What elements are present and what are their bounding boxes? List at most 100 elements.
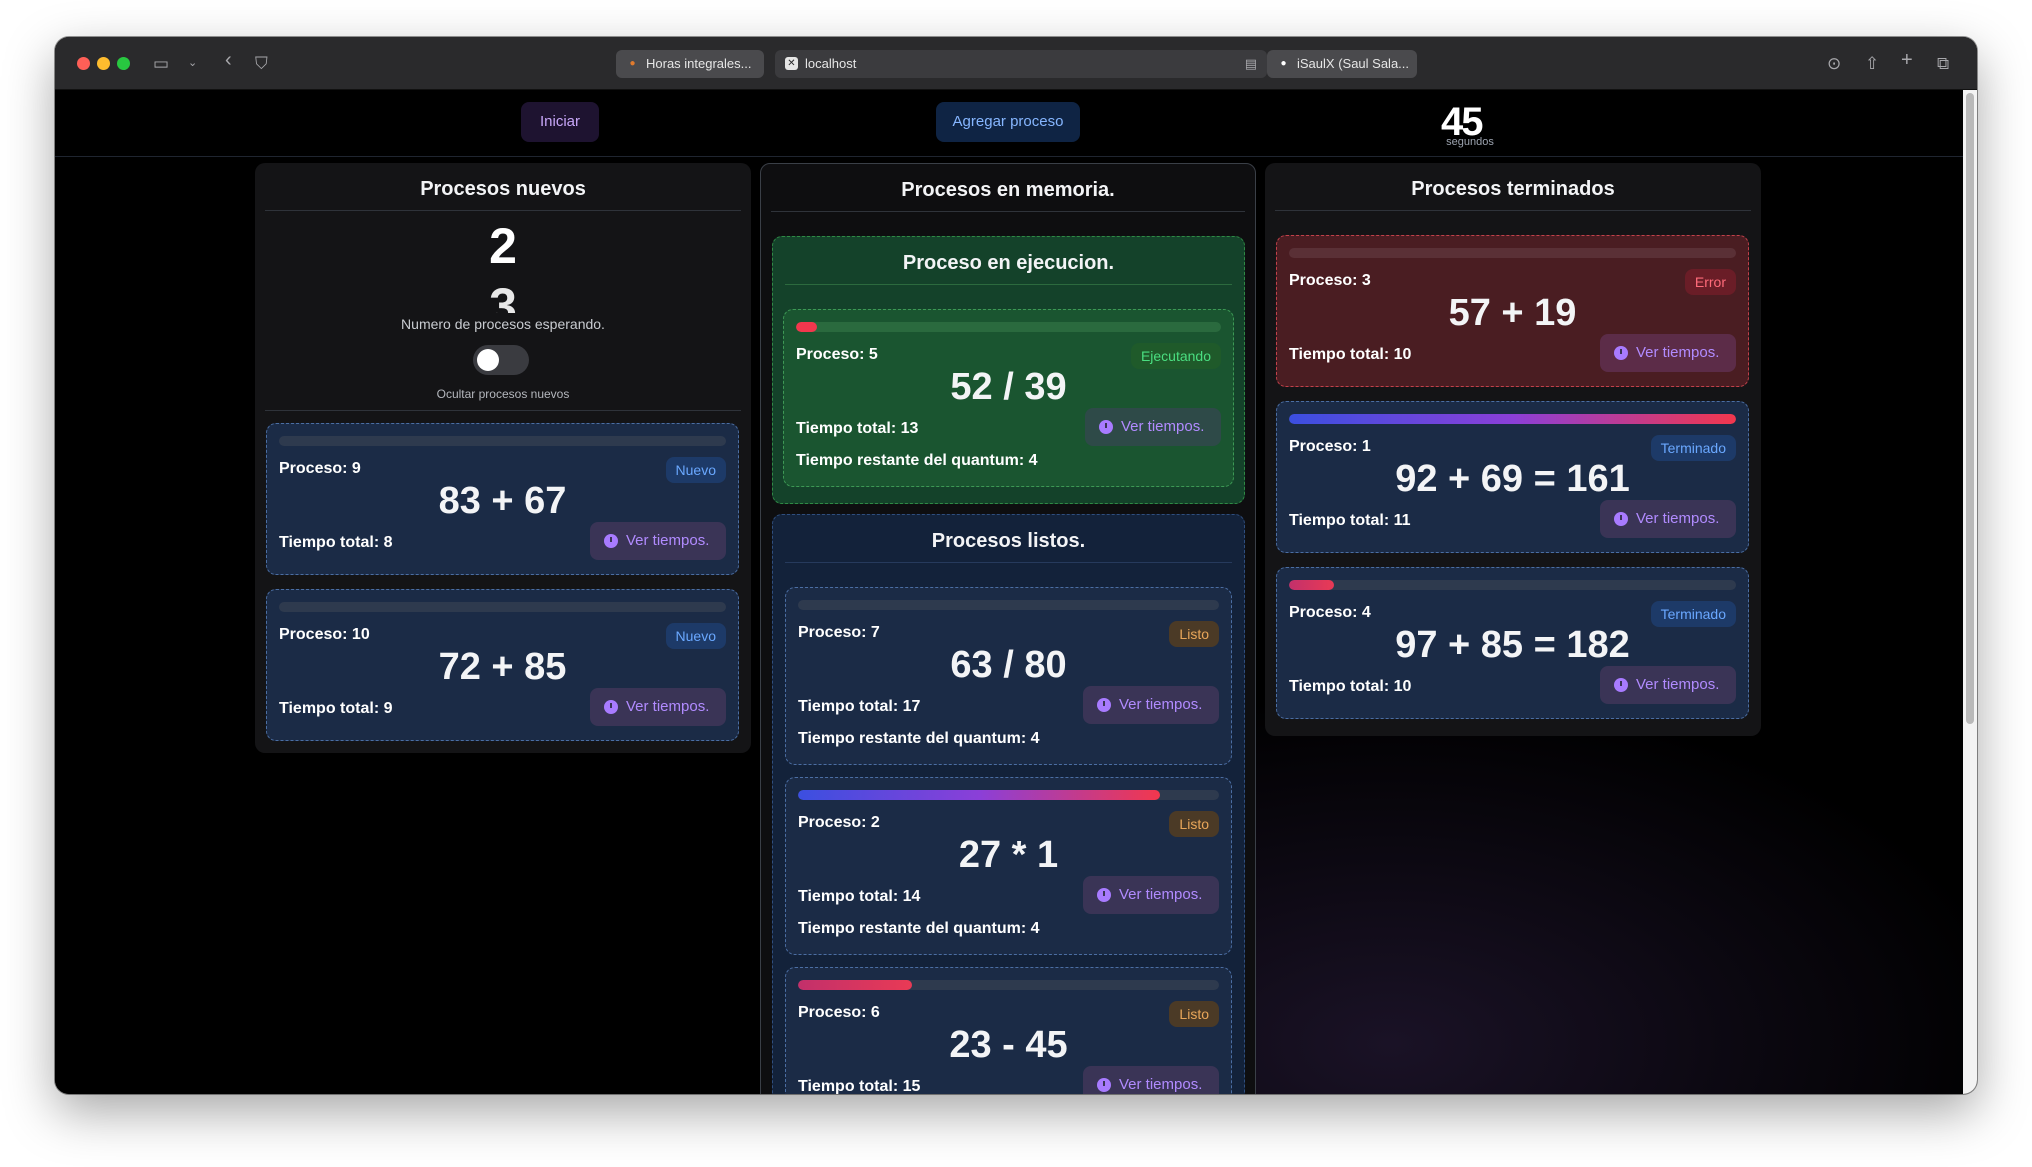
view-times-button[interactable]: Ver tiempos. — [1600, 666, 1736, 704]
sidebar-icon[interactable]: ▭ — [153, 55, 169, 72]
tab-github[interactable]: ● iSaulX (Saul Sala... — [1267, 50, 1417, 78]
process-id: Proceso: 5 — [796, 346, 878, 363]
back-icon[interactable]: ‹ — [225, 50, 232, 70]
tab-overview-icon[interactable]: ⧉ — [1937, 55, 1949, 72]
minimize-window-button[interactable] — [97, 57, 110, 70]
operation: 92 + 69 = 161 — [1395, 458, 1630, 500]
browser-window: ▭ ⌄ ‹ ⛉ ● Horas integrales... ✕ localhos… — [55, 37, 1977, 1094]
total-time: Tiempo total: 11 — [1289, 512, 1411, 529]
column-title: Procesos nuevos — [265, 175, 741, 211]
clock-icon — [1614, 512, 1628, 526]
tab-horas-integrales[interactable]: ● Horas integrales... — [616, 50, 764, 78]
clock-icon — [1614, 346, 1628, 360]
new-processes-column: Procesos nuevos 2 3 Numero de procesos e… — [255, 163, 751, 753]
progress-bar — [279, 602, 726, 612]
scrollbar-thumb[interactable] — [1966, 93, 1974, 724]
top-bar: Iniciar Agregar proceso 45 segundos — [55, 90, 1963, 157]
process-card: Proceso: 10 Nuevo 72 + 85 Tiempo total: … — [266, 589, 739, 741]
quantum-remaining: Tiempo restante del quantum: 4 — [796, 452, 1038, 469]
divider — [265, 410, 741, 411]
progress-fill — [1289, 414, 1736, 424]
favicon-icon: ✕ — [785, 57, 798, 70]
view-times-button[interactable]: Ver tiempos. — [1083, 1066, 1219, 1094]
ready-panel: Procesos listos. Proceso: 7 Listo 63 / 8… — [772, 514, 1245, 1094]
button-label: Ver tiempos. — [1636, 344, 1720, 361]
new-tab-icon[interactable]: + — [1901, 50, 1913, 70]
view-times-button[interactable]: Ver tiempos. — [1600, 500, 1736, 538]
operation: 27 * 1 — [958, 834, 1059, 876]
finished-processes-column: Procesos terminados Proceso: 3 Error 57 … — [1265, 163, 1761, 736]
reader-icon[interactable]: ▤ — [1245, 50, 1257, 78]
clock-icon — [1614, 678, 1628, 692]
tab-label: localhost — [805, 56, 857, 71]
progress-fill — [1289, 580, 1334, 590]
view-times-button[interactable]: Ver tiempos. — [1083, 876, 1219, 914]
total-time: Tiempo total: 10 — [1289, 678, 1412, 695]
button-label: Ver tiempos. — [626, 698, 710, 715]
shield-icon[interactable]: ⛉ — [255, 55, 268, 72]
tab-localhost[interactable]: ✕ localhost ▤ — [775, 50, 1267, 78]
operation: 63 / 80 — [950, 644, 1067, 686]
share-icon[interactable]: ⇧ — [1865, 55, 1879, 72]
progress-bar — [1289, 248, 1736, 258]
memory-column: Procesos en memoria. Proceso en ejecucio… — [760, 163, 1256, 1094]
browser-toolbar: ▭ ⌄ ‹ ⛉ ● Horas integrales... ✕ localhos… — [55, 37, 1977, 90]
view-times-button[interactable]: Ver tiempos. — [1600, 334, 1736, 372]
process-card: Proceso: 1 Terminado 92 + 69 = 161 Tiemp… — [1276, 401, 1749, 553]
waiting-label: Numero de procesos esperando. — [401, 316, 605, 332]
total-time: Tiempo total: 8 — [279, 534, 393, 551]
progress-fill — [798, 790, 1161, 800]
total-time: Tiempo total: 10 — [1289, 346, 1412, 363]
progress-bar — [798, 980, 1219, 990]
button-label: Ver tiempos. — [626, 532, 710, 549]
favicon-icon: ● — [629, 58, 636, 69]
total-time: Tiempo total: 15 — [798, 1078, 921, 1094]
progress-bar — [798, 600, 1219, 610]
process-card: Proceso: 3 Error 57 + 19 Tiempo total: 1… — [1276, 235, 1749, 387]
execution-title: Proceso en ejecucion. — [785, 249, 1232, 285]
toggle-label: Ocultar procesos nuevos — [436, 387, 570, 401]
operation: 57 + 19 — [1448, 292, 1577, 334]
start-button[interactable]: Iniciar — [521, 102, 599, 142]
column-title: Procesos en memoria. — [771, 176, 1245, 212]
tab-label: Horas integrales... — [646, 56, 752, 71]
button-label: Ver tiempos. — [1119, 1076, 1203, 1093]
clock-icon — [1097, 1078, 1111, 1092]
execution-panel: Proceso en ejecucion. Proceso: 5 Ejecuta… — [772, 236, 1245, 504]
total-time: Tiempo total: 13 — [796, 420, 919, 437]
column-title: Procesos terminados — [1275, 175, 1751, 211]
progress-bar — [796, 322, 1221, 332]
total-time: Tiempo total: 9 — [279, 700, 393, 717]
progress-bar — [1289, 414, 1736, 424]
clock-icon — [604, 534, 618, 548]
view-times-button[interactable]: Ver tiempos. — [590, 688, 726, 726]
progress-bar — [798, 790, 1219, 800]
add-process-button[interactable]: Agregar proceso — [936, 102, 1080, 142]
process-id: Proceso: 6 — [798, 1004, 880, 1021]
process-id: Proceso: 4 — [1289, 604, 1371, 621]
tab-label: iSaulX (Saul Sala... — [1297, 56, 1410, 71]
operation: 72 + 85 — [438, 646, 567, 688]
operation: 52 / 39 — [950, 366, 1067, 408]
operation: 23 - 45 — [949, 1024, 1068, 1066]
clock-icon — [1097, 698, 1111, 712]
close-window-button[interactable] — [77, 57, 90, 70]
process-id: Proceso: 2 — [798, 814, 880, 831]
waiting-count: 3 — [489, 278, 517, 313]
view-times-button[interactable]: Ver tiempos. — [1083, 686, 1219, 724]
progress-fill — [798, 980, 912, 990]
progress-bar — [279, 436, 726, 446]
view-times-button[interactable]: Ver tiempos. — [590, 522, 726, 560]
quantum-remaining: Tiempo restante del quantum: 4 — [798, 920, 1040, 937]
progress-fill — [796, 322, 818, 332]
process-id: Proceso: 1 — [1289, 438, 1371, 455]
maximize-window-button[interactable] — [117, 57, 130, 70]
chevron-down-icon[interactable]: ⌄ — [188, 55, 197, 72]
process-id: Proceso: 7 — [798, 624, 880, 641]
hide-new-toggle[interactable] — [473, 345, 529, 375]
process-card: Proceso: 4 Terminado 97 + 85 = 182 Tiemp… — [1276, 567, 1749, 719]
download-icon[interactable]: ⊙ — [1827, 55, 1841, 72]
timer: 45 segundos — [1435, 90, 1505, 157]
ready-title: Procesos listos. — [785, 527, 1232, 563]
view-times-button[interactable]: Ver tiempos. — [1085, 408, 1221, 446]
